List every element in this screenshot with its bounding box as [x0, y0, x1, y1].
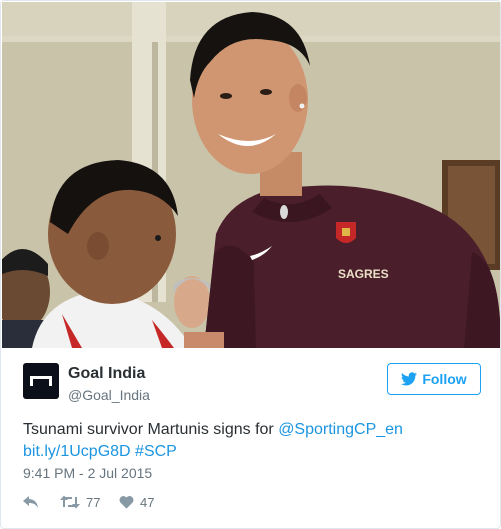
follow-button[interactable]: Follow — [387, 363, 481, 395]
reply-icon — [23, 496, 38, 508]
retweet-icon — [60, 495, 80, 509]
mention-link[interactable]: @SportingCP_en — [278, 421, 403, 438]
tweet-text-plain: Tsunami survivor Martunis signs for — [23, 421, 279, 438]
url-link[interactable]: bit.ly/1UcpG8D — [23, 443, 131, 460]
author-name[interactable]: Goal India — [68, 365, 145, 383]
shirt-sponsor-text: SAGRES — [338, 267, 389, 281]
follow-label: Follow — [422, 371, 467, 387]
hashtag-link[interactable]: #SCP — [135, 443, 177, 460]
retweet-count: 77 — [86, 494, 101, 510]
like-count: 47 — [140, 494, 155, 510]
bird-icon — [401, 372, 418, 386]
like-button[interactable]: 47 — [119, 492, 154, 512]
retweet-button[interactable]: 77 — [60, 492, 100, 512]
avatar[interactable] — [23, 363, 59, 399]
tweet-timestamp[interactable]: 9:41 PM - 2 Jul 2015 — [23, 465, 152, 481]
tweet-photo[interactable]: SAGRES — [2, 2, 500, 348]
heart-icon — [119, 496, 134, 509]
reply-button[interactable] — [23, 492, 39, 512]
tweet-card: SAGRES Goal India @Goal_India Follow Tsu… — [0, 0, 501, 529]
author-handle[interactable]: @Goal_India — [68, 387, 150, 403]
tweet-text: Tsunami survivor Martunis signs for @Spo… — [23, 419, 483, 463]
